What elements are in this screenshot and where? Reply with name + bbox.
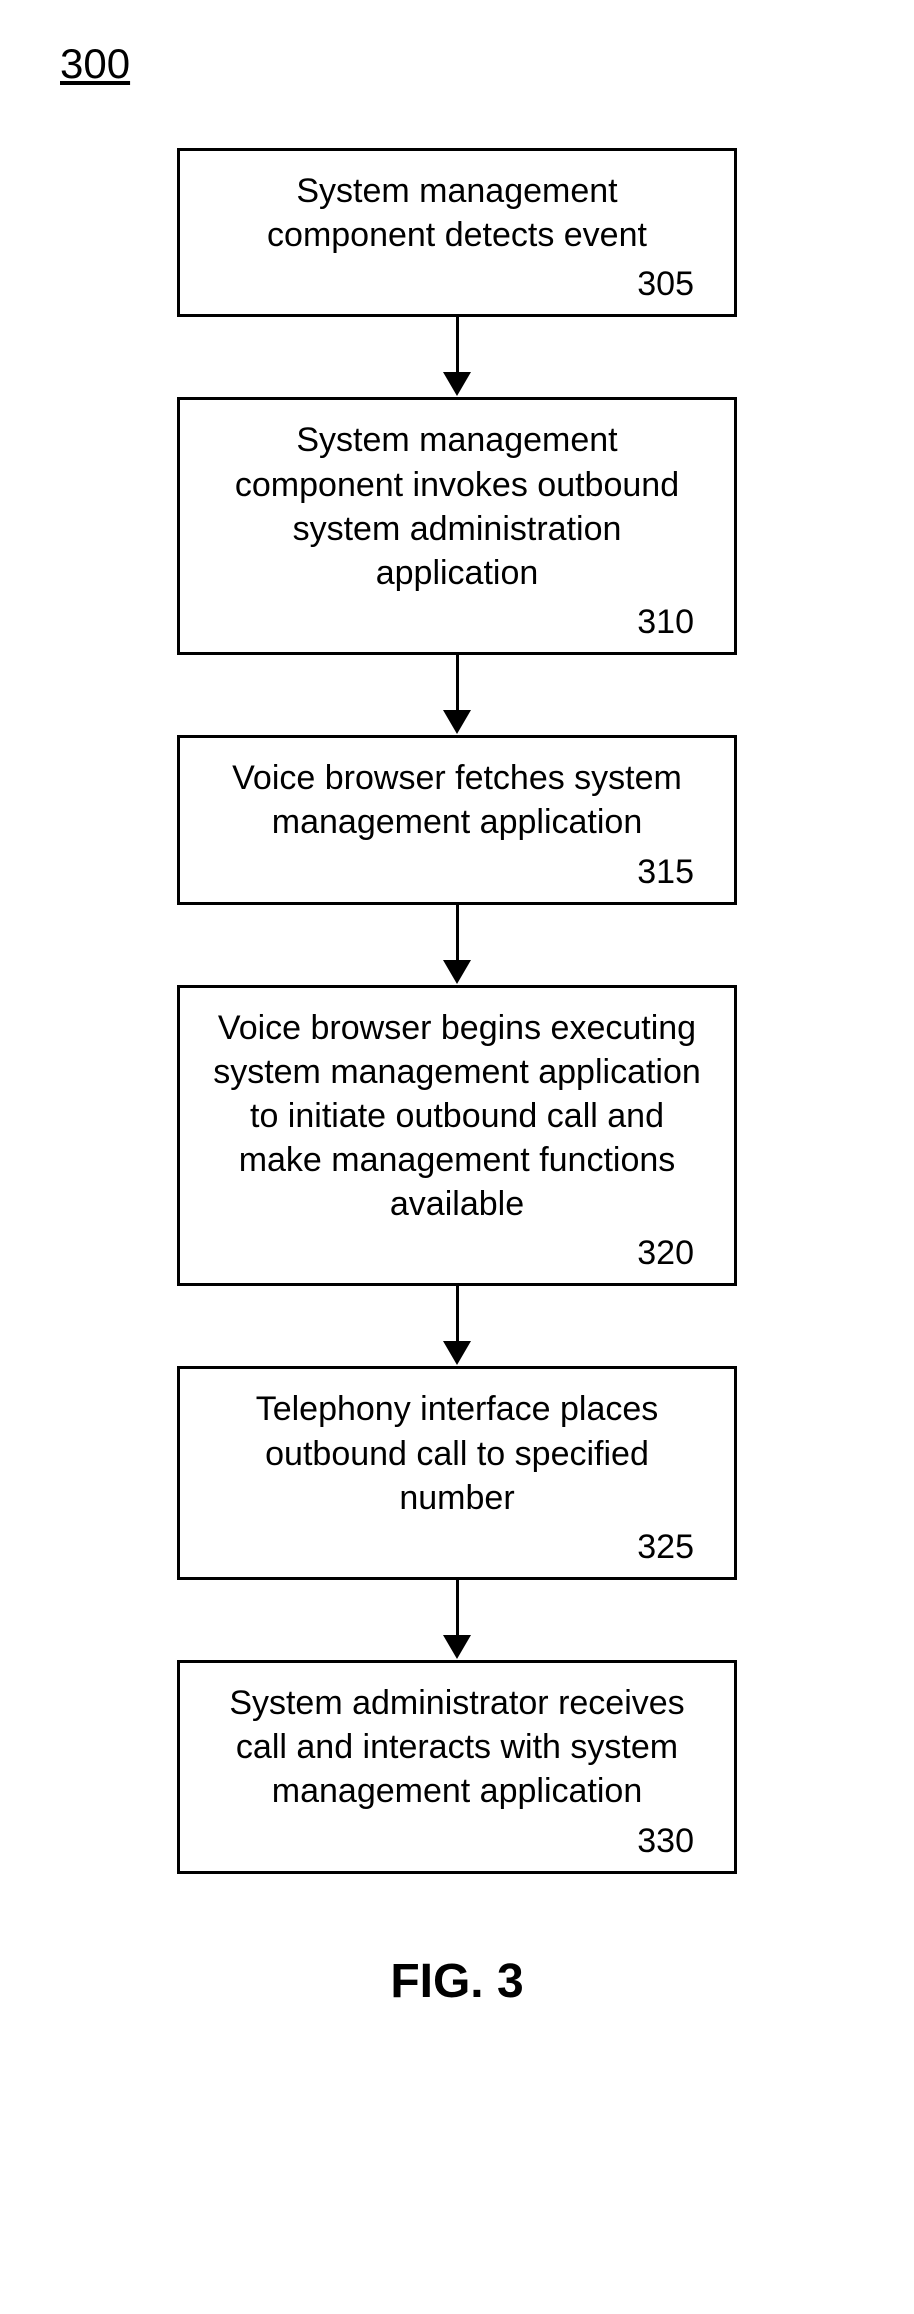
step-number: 320 [210, 1234, 704, 1273]
arrow-down-icon [443, 317, 471, 397]
step-number: 310 [210, 603, 704, 642]
flowchart-step: Voice browser begins executing system ma… [177, 985, 737, 1287]
arrow-down-icon [443, 655, 471, 735]
step-number: 325 [210, 1528, 704, 1567]
arrow-down-icon [443, 1580, 471, 1660]
step-number: 305 [210, 265, 704, 304]
flowchart-step: System management component invokes outb… [177, 397, 737, 655]
arrow-down-icon [443, 1286, 471, 1366]
arrow-down-icon [443, 905, 471, 985]
step-text: Telephony interface places outbound call… [210, 1387, 704, 1520]
figure-caption: FIG. 3 [0, 1954, 914, 2009]
step-text: System administrator receives call and i… [210, 1681, 704, 1814]
flowchart-step: Voice browser fetches system management … [177, 735, 737, 904]
step-text: Voice browser fetches system management … [210, 756, 704, 844]
step-text: System management component detects even… [210, 169, 704, 257]
step-number: 315 [210, 853, 704, 892]
flowchart-step: Telephony interface places outbound call… [177, 1366, 737, 1580]
flowchart-container: System management component detects even… [0, 148, 914, 1874]
step-number: 330 [210, 1822, 704, 1861]
flowchart-step: System administrator receives call and i… [177, 1660, 737, 1874]
step-text: Voice browser begins executing system ma… [210, 1006, 704, 1227]
step-text: System management component invokes outb… [210, 418, 704, 595]
figure-number: 300 [60, 40, 914, 88]
flowchart-step: System management component detects even… [177, 148, 737, 317]
